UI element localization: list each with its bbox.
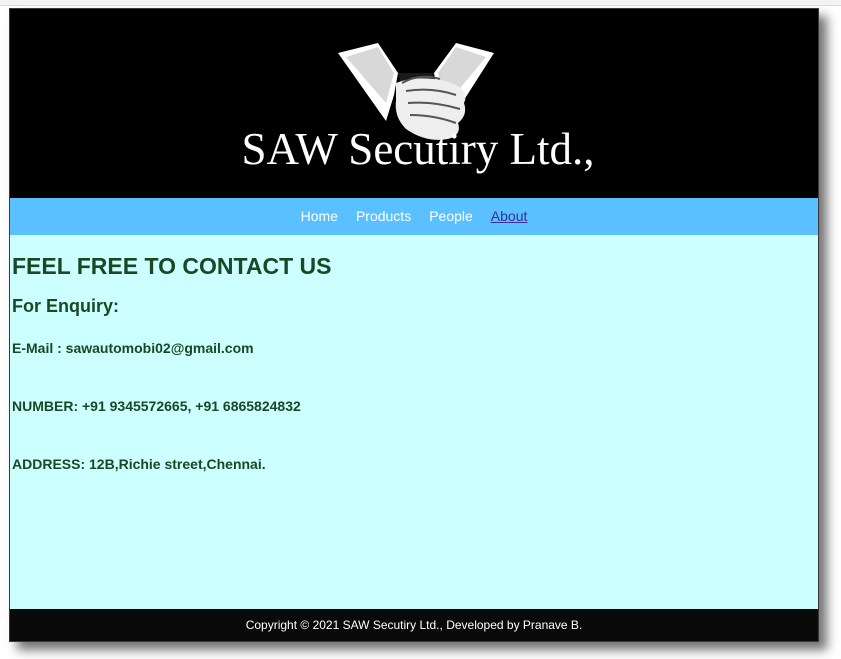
enquiry-subheading: For Enquiry: <box>12 296 119 316</box>
page-frame: SAW Secutiry Ltd., Home Products People … <box>9 8 819 642</box>
contact-heading: FEEL FREE TO CONTACT US <box>12 253 332 279</box>
contact-address: ADDRESS: 12B,Richie street,Chennai. <box>12 456 266 472</box>
contact-number: NUMBER: +91 9345572665, +91 6865824832 <box>12 398 301 414</box>
contact-email: E-Mail : sawautomobi02@gmail.com <box>12 340 254 356</box>
footer-copyright: Copyright © 2021 SAW Secutiry Ltd., Deve… <box>245 618 583 632</box>
nav-link-about[interactable]: About <box>491 208 528 225</box>
browser-top-strip <box>0 0 841 6</box>
site-title: SAW Secutiry Ltd., <box>241 124 595 174</box>
nav-link-home[interactable]: Home <box>301 208 338 225</box>
nav-link-people[interactable]: People <box>429 208 473 225</box>
site-header: SAW Secutiry Ltd., <box>10 9 818 198</box>
nav-link-products[interactable]: Products <box>356 208 411 225</box>
main-nav: Home Products People About <box>10 198 818 235</box>
site-footer: Copyright © 2021 SAW Secutiry Ltd., Deve… <box>10 609 818 641</box>
